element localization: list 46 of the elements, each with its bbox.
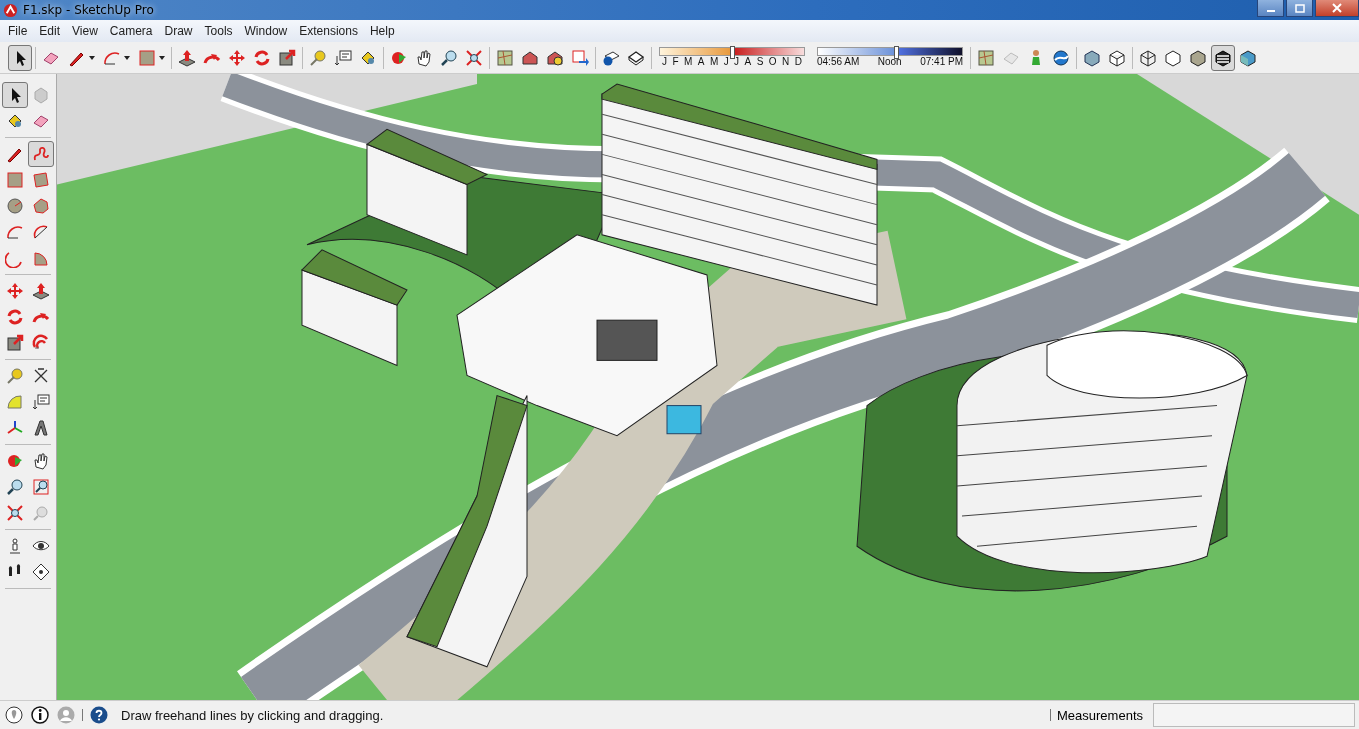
help-icon[interactable]: [89, 705, 109, 725]
freehand-icon[interactable]: [28, 141, 54, 167]
month-label: J: [723, 56, 729, 68]
month-label: O: [768, 56, 777, 68]
month-label: M: [709, 56, 719, 68]
close-icon: [1332, 3, 1342, 13]
time-label: Noon: [877, 56, 902, 68]
date-slider[interactable]: [659, 47, 805, 56]
measurements-label: Measurements: [1057, 707, 1143, 723]
maximize-icon: [1294, 3, 1305, 13]
app-logo-icon: [3, 2, 18, 18]
menu-item[interactable]: Edit: [33, 24, 67, 38]
minimize-button[interactable]: [1257, 0, 1284, 17]
monochrome-cube-icon[interactable]: [1211, 44, 1235, 71]
time-label: 07:41 PM: [920, 56, 963, 68]
month-label: A: [697, 56, 705, 68]
menu-item[interactable]: Window: [238, 24, 294, 38]
month-label: J: [662, 56, 667, 68]
month-label: D: [794, 56, 802, 68]
month-label: S: [756, 56, 764, 68]
menu-item[interactable]: Tools: [198, 24, 239, 38]
status-hint: Draw freehand lines by clicking and dragging.: [121, 707, 384, 723]
menu-item[interactable]: Extensions: [293, 24, 364, 38]
slider-thumb[interactable]: [730, 46, 735, 59]
month-label: A: [744, 56, 752, 68]
measurements-field[interactable]: [1153, 703, 1355, 727]
maximize-button[interactable]: [1286, 0, 1313, 17]
menu-item[interactable]: Help: [363, 24, 401, 38]
time-slider[interactable]: [817, 47, 963, 56]
window-title: F1.skp - SketchUp Pro: [23, 3, 154, 17]
minimize-icon: [1266, 10, 1275, 12]
close-button[interactable]: [1315, 0, 1359, 17]
select-icon[interactable]: [2, 82, 28, 108]
slider-thumb[interactable]: [893, 46, 899, 59]
location-pin-icon[interactable]: [4, 705, 24, 725]
menu-item[interactable]: Draw: [158, 24, 199, 38]
menu-item[interactable]: Camera: [103, 24, 159, 38]
month-label: J: [734, 56, 740, 68]
time-label: 04:56 AM: [817, 56, 860, 68]
info-icon[interactable]: [30, 705, 50, 725]
select-icon[interactable]: [8, 44, 32, 71]
month-label: M: [684, 56, 693, 68]
month-label: N: [781, 56, 790, 68]
menu-item[interactable]: File: [2, 24, 34, 38]
month-label: F: [672, 56, 679, 68]
menu-item[interactable]: View: [66, 24, 104, 38]
